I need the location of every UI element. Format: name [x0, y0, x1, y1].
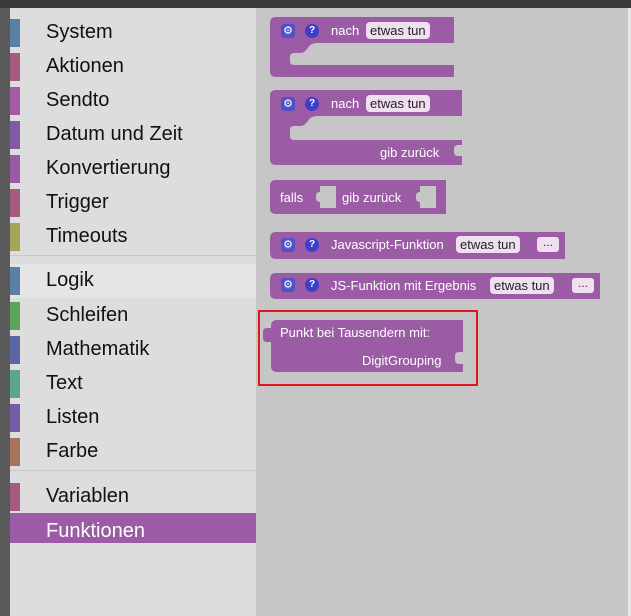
category-sendto[interactable]: Sendto	[10, 84, 256, 118]
procedure-noreturn-block[interactable]: ⚙ ? nach etwas tun	[270, 17, 460, 77]
javascript-function-block[interactable]: ⚙ ? Javascript-Funktion etwas tun ...	[270, 232, 565, 259]
block-label: Javascript-Funktion	[331, 237, 444, 252]
block-label: nach	[331, 96, 360, 111]
category-label: Variablen	[46, 485, 130, 507]
category-label: Sendto	[46, 89, 110, 111]
question-mark-icon[interactable]: ?	[305, 24, 319, 38]
category-label: Schleifen	[46, 304, 129, 326]
blockly-toolbox: System Aktionen Sendto Datum und Zeit Ko…	[10, 8, 256, 616]
category-text[interactable]: Text	[10, 367, 256, 401]
category-color-swatch	[10, 483, 20, 511]
category-farbe[interactable]: Farbe	[10, 435, 256, 469]
category-label: Text	[46, 372, 83, 394]
if-return-block[interactable]: falls gib zurück	[270, 180, 446, 214]
category-label: Datum und Zeit	[46, 123, 183, 145]
category-konvertierung[interactable]: Konvertierung	[10, 152, 256, 186]
category-color-swatch	[10, 514, 20, 542]
javascript-function-result-block[interactable]: ⚙ ? JS-Funktion mit Ergebnis etwas tun .…	[270, 273, 600, 299]
block-shape	[270, 17, 454, 77]
category-label: Trigger	[46, 191, 109, 213]
gear-icon[interactable]: ⚙	[281, 278, 295, 292]
return-label: gib zurück	[342, 190, 402, 205]
category-label: Timeouts	[46, 225, 128, 247]
category-trigger[interactable]: Trigger	[10, 186, 256, 220]
category-system[interactable]: System	[10, 16, 256, 50]
category-label: Funktionen	[46, 520, 145, 542]
category-color-swatch	[10, 404, 20, 432]
left-edge-strip	[0, 8, 10, 616]
category-color-swatch	[10, 336, 20, 364]
category-schleifen[interactable]: Schleifen	[10, 299, 256, 333]
category-color-swatch	[10, 267, 20, 295]
function-name-field[interactable]: etwas tun	[490, 277, 554, 294]
gear-icon[interactable]: ⚙	[281, 97, 295, 111]
block-label: nach	[331, 23, 360, 38]
category-datum-und-zeit[interactable]: Datum und Zeit	[10, 118, 256, 152]
category-label: Konvertierung	[46, 157, 171, 179]
block-label: falls	[280, 190, 304, 205]
more-options-icon[interactable]: ...	[572, 277, 594, 293]
category-listen[interactable]: Listen	[10, 401, 256, 435]
category-color-swatch	[10, 53, 20, 81]
return-label: gib zurück	[380, 145, 440, 160]
function-name-field[interactable]: etwas tun	[456, 236, 520, 253]
category-timeouts[interactable]: Timeouts	[10, 220, 256, 254]
category-label: Aktionen	[46, 55, 124, 77]
category-label: System	[46, 21, 113, 43]
procedure-name-field[interactable]: etwas tun	[366, 22, 430, 39]
question-mark-icon[interactable]: ?	[305, 278, 319, 292]
category-color-swatch	[10, 87, 20, 115]
gear-icon[interactable]: ⚙	[281, 24, 295, 38]
category-label: Listen	[46, 406, 100, 428]
category-aktionen[interactable]: Aktionen	[10, 50, 256, 84]
more-options-icon[interactable]: ...	[537, 236, 559, 252]
window-top-bar	[0, 0, 631, 8]
question-mark-icon[interactable]: ?	[305, 97, 319, 111]
category-color-swatch	[10, 438, 20, 466]
question-mark-icon[interactable]: ?	[305, 238, 319, 252]
procedure-name-field[interactable]: etwas tun	[366, 95, 430, 112]
procedure-return-block[interactable]: ⚙ ? nach etwas tun gib zurück	[270, 90, 466, 165]
category-label: Farbe	[46, 440, 99, 462]
category-logik[interactable]: Logik	[10, 264, 256, 298]
category-color-swatch	[10, 302, 20, 330]
category-variablen[interactable]: Variablen	[10, 480, 256, 514]
gear-icon[interactable]: ⚙	[281, 238, 295, 252]
category-label: Mathematik	[46, 338, 150, 360]
category-funktionen[interactable]: Funktionen	[10, 513, 256, 543]
category-color-swatch	[10, 223, 20, 251]
category-separator	[10, 255, 256, 256]
category-color-swatch	[10, 370, 20, 398]
category-color-swatch	[10, 19, 20, 47]
category-separator	[10, 470, 256, 471]
category-color-swatch	[10, 155, 20, 183]
category-color-swatch	[10, 189, 20, 217]
category-label: Logik	[46, 269, 94, 291]
block-label: JS-Funktion mit Ergebnis	[331, 278, 477, 293]
highlight-box	[258, 310, 478, 386]
category-color-swatch	[10, 121, 20, 149]
category-mathematik[interactable]: Mathematik	[10, 333, 256, 367]
